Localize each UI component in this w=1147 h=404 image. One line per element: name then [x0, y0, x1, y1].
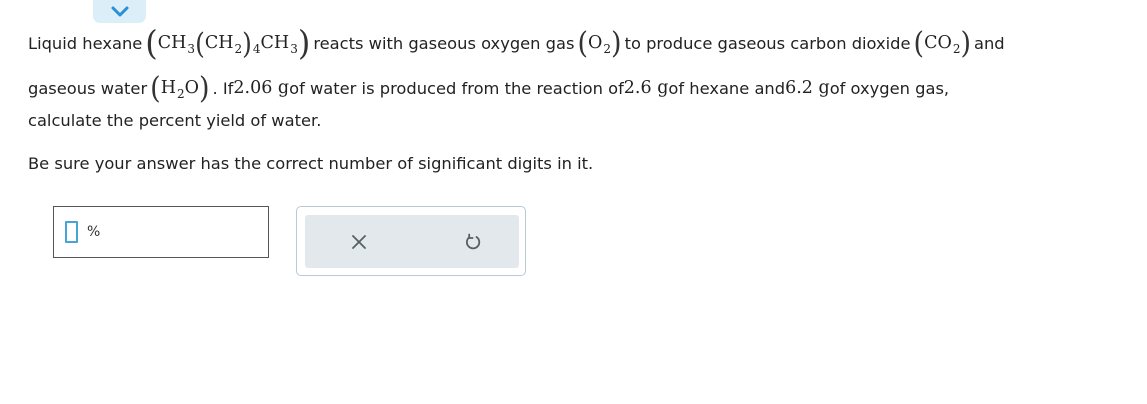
undo-icon: [466, 233, 481, 250]
carbon-dioxide-formula: (CO 2): [913, 25, 972, 61]
percent-unit: %: [87, 224, 101, 240]
undo-button[interactable]: [459, 228, 487, 256]
question-line-1: Liquid hexane ( CH 3 ( CH 2 ) 4 CH 3 ) react…: [28, 26, 1005, 60]
x-icon: [352, 235, 366, 249]
chevron-down-icon: [111, 6, 128, 16]
toolbar-panel: [305, 215, 519, 268]
hexane-mass: 2.6 g: [623, 78, 669, 98]
hexane-formula: ( CH 3 ( CH 2 ) 4 CH 3 ): [145, 23, 311, 63]
oxygen-formula: (O 2): [577, 25, 622, 61]
question-text: to produce gaseous carbon dioxide: [624, 33, 911, 53]
question-text: of water is produced from the reaction o…: [289, 78, 624, 98]
instruction-text: Be sure your answer has the correct numb…: [28, 154, 594, 173]
answer-entry-field[interactable]: [65, 221, 78, 243]
question-text: . If: [212, 78, 234, 98]
oxygen-mass: 6.2 g: [785, 78, 830, 98]
question-line-3: calculate the percent yield of water.: [28, 111, 322, 130]
question-text: of oxygen gas,: [829, 78, 950, 98]
water-formula: (H 2 O): [150, 70, 210, 106]
answer-toolbar: [296, 206, 526, 276]
question-text: and: [974, 33, 1005, 53]
question-text: of hexane and: [668, 78, 786, 98]
question-line-2: gaseous water (H 2 O) . If 2.06 g of water…: [28, 72, 949, 104]
collapse-toggle[interactable]: [93, 0, 146, 23]
question-text: reacts with gaseous oxygen gas: [313, 33, 575, 53]
question-text: Liquid hexane: [28, 33, 143, 53]
water-mass: 2.06 g: [233, 78, 290, 98]
answer-input[interactable]: %: [53, 206, 269, 258]
question-text: gaseous water: [28, 78, 148, 98]
clear-button[interactable]: [345, 228, 373, 256]
